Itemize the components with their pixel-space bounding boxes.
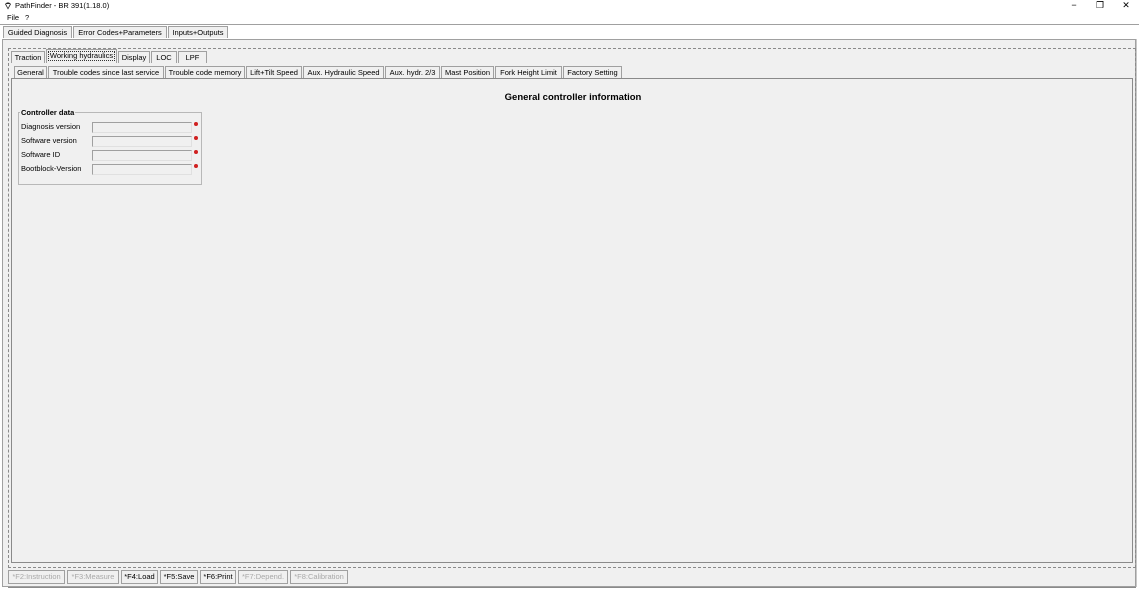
- menu-file[interactable]: File: [7, 13, 19, 22]
- tab-loc[interactable]: LOC: [151, 51, 177, 63]
- tab-traction[interactable]: Traction: [11, 51, 45, 63]
- f7-depend-button[interactable]: *F7:Depend.: [238, 570, 288, 584]
- f5-save-button[interactable]: *F5:Save: [160, 570, 198, 584]
- f2-instruction-button[interactable]: *F2:Instruction: [8, 570, 65, 584]
- diagnosis-version-label: Diagnosis version: [21, 122, 81, 131]
- right-edge: [1136, 39, 1137, 587]
- controller-data-title: Controller data: [20, 108, 76, 117]
- app-diamond-icon: [5, 2, 11, 10]
- close-button[interactable]: ✕: [1116, 0, 1136, 12]
- status-indicator-icon: [194, 150, 198, 154]
- f6-print-button[interactable]: *F6:Print: [200, 570, 236, 584]
- tab-factory-setting[interactable]: Factory Setting: [563, 66, 622, 78]
- diagnosis-version-field[interactable]: [92, 122, 192, 133]
- menu-bar: File ?: [0, 12, 1139, 23]
- menu-help[interactable]: ?: [25, 13, 29, 22]
- f4-load-button[interactable]: *F4:Load: [121, 570, 158, 584]
- status-indicator-icon: [194, 122, 198, 126]
- tab-display[interactable]: Display: [118, 51, 150, 63]
- tab-trouble-code-memory[interactable]: Trouble code memory: [165, 66, 245, 78]
- status-indicator-icon: [194, 136, 198, 140]
- title-bar: PathFinder - BR 391(1.18.0) − ❐ ✕: [0, 0, 1139, 12]
- tab-aux-hydr-2-3[interactable]: Aux. hydr. 2/3: [385, 66, 440, 78]
- tab-fork-height-limit[interactable]: Fork Height Limit: [495, 66, 562, 78]
- restore-button[interactable]: ❐: [1090, 0, 1110, 12]
- software-version-label: Software version: [21, 136, 77, 145]
- top-tab-bar: Guided Diagnosis Error Codes+Parameters …: [0, 25, 1139, 39]
- tab-trouble-codes-since-last-service[interactable]: Trouble codes since last service: [48, 66, 164, 78]
- tab-lpf[interactable]: LPF: [178, 51, 207, 63]
- content-heading: General controller information: [504, 92, 642, 103]
- tab-working-hydraulics[interactable]: Working hydraulics: [46, 49, 117, 63]
- software-version-field[interactable]: [92, 136, 192, 147]
- f8-calibration-button[interactable]: *F8:Calibration: [290, 570, 348, 584]
- tab-inputs-outputs[interactable]: Inputs+Outputs: [168, 26, 228, 38]
- tab-lift-tilt-speed[interactable]: Lift+Tilt Speed: [246, 66, 302, 78]
- status-divider: [8, 587, 1136, 588]
- bootblock-version-label: Bootblock-Version: [21, 164, 82, 173]
- software-id-label: Software ID: [21, 150, 61, 159]
- minimize-button[interactable]: −: [1064, 0, 1084, 12]
- tab-guided-diagnosis[interactable]: Guided Diagnosis: [3, 26, 72, 38]
- f3-measure-button[interactable]: *F3:Measure: [67, 570, 119, 584]
- software-id-field[interactable]: [92, 150, 192, 161]
- bootblock-version-field[interactable]: [92, 164, 192, 175]
- tab-aux-hydraulic-speed[interactable]: Aux. Hydraulic Speed: [303, 66, 384, 78]
- status-indicator-icon: [194, 164, 198, 168]
- tab-error-codes-parameters[interactable]: Error Codes+Parameters: [73, 26, 167, 38]
- window-title: PathFinder - BR 391(1.18.0): [15, 1, 110, 10]
- tab-general[interactable]: General: [14, 66, 47, 78]
- tab-mast-position[interactable]: Mast Position: [441, 66, 494, 78]
